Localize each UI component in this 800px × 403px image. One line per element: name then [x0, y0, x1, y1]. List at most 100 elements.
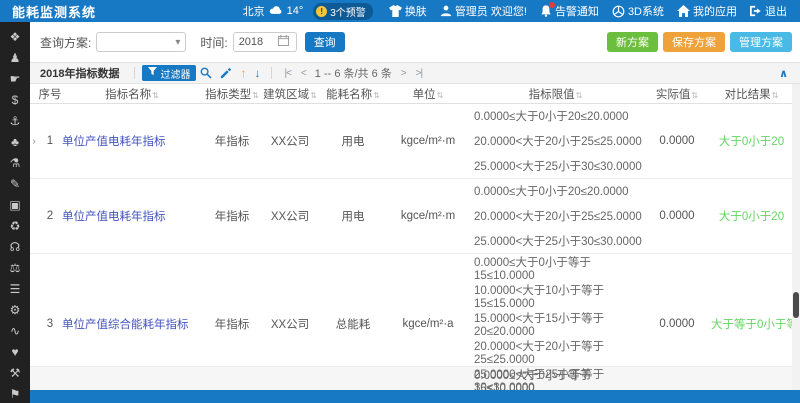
collapse-panel-icon[interactable]: ∧ [779, 67, 788, 80]
funnel-icon [148, 67, 157, 79]
limit-line: 10.0000<大于10小于等于15≤15.0000 [474, 282, 643, 310]
app-window: 能耗监测系统 北京 14° ! 3个预警 换肤 管理员 欢迎您! [0, 0, 800, 403]
my-apps-menu-item[interactable]: 我的应用 [677, 3, 737, 19]
alert-count-badge[interactable]: ! 3个预警 [313, 3, 373, 20]
building-area: XX公司 [262, 316, 318, 332]
col-type[interactable]: 指标类型⇅ [202, 86, 262, 102]
indicator-name-link[interactable]: 单位产值电耗年指标 [62, 133, 202, 149]
logout-menu-item[interactable]: 退出 [750, 3, 787, 19]
filter-button[interactable]: 过滤器 [142, 65, 196, 81]
hand-icon[interactable]: ☛ [0, 69, 30, 90]
box-icon[interactable]: ▣ [0, 195, 30, 216]
unit: kgce/m²·m [388, 210, 468, 222]
limit-line: 0.0000≤大于0小于20≤20.0000 [474, 183, 643, 199]
sort-icon: ⇅ [437, 91, 444, 100]
table-row: › 1 单位产值电耗年指标 年指标 XX公司 用电 kgce/m²·m 0.00… [30, 104, 792, 179]
last-page-button[interactable]: >| [416, 68, 422, 79]
vertical-scrollbar[interactable] [792, 84, 800, 390]
col-limits[interactable]: 指标限值⇅ [468, 86, 643, 102]
sort-icon: ⇅ [691, 91, 698, 100]
user-icon[interactable]: ♟ [0, 48, 30, 69]
scheme-actions: 新方案 保存方案 管理方案 [607, 32, 792, 52]
brush-icon[interactable] [220, 67, 232, 79]
col-unit[interactable]: 单位⇅ [388, 86, 468, 102]
search-button[interactable]: 查询 [305, 32, 345, 52]
first-page-button[interactable]: |< [284, 68, 290, 79]
divider [271, 67, 272, 79]
shield-icon[interactable]: ❖ [0, 27, 30, 48]
logout-label: 退出 [765, 3, 787, 19]
calendar-icon[interactable] [278, 35, 289, 49]
left-sidebar: ❖ ♟ ☛ $ ⚓ ♣ ⚗ ✎ ▣ ♻ ☊ ⚖ ☰ ⚙ ∿ ♥ ⚒ ⚑ [0, 22, 30, 403]
skin-menu-item[interactable]: 换肤 [389, 3, 427, 19]
compare-result: 大于0小于20 [711, 133, 792, 149]
heart-icon[interactable]: ♥ [0, 342, 30, 363]
flag-icon[interactable]: ⚑ [0, 384, 30, 403]
indicator-type: 年指标 [202, 133, 262, 149]
limit-line: 0.0000≤大于0小于20≤20.0000 [474, 108, 643, 124]
bell-icon [540, 5, 552, 17]
prev-page-button[interactable]: < [301, 68, 306, 79]
building-area: XX公司 [262, 133, 318, 149]
indicator-name-link[interactable]: 单位产值电耗年指标 [62, 208, 202, 224]
pagination-status: 1 -- 6 条/共 6 条 [315, 65, 392, 81]
alarm-menu-item[interactable]: 告警通知 [540, 3, 599, 19]
my-apps-label: 我的应用 [693, 3, 737, 19]
time-label: 时间: [200, 34, 227, 51]
new-scheme-button[interactable]: 新方案 [607, 32, 658, 52]
tools-icon[interactable]: ⚒ [0, 363, 30, 384]
indicator-name-link[interactable]: 单位产值综合能耗年指标 [62, 316, 202, 332]
cloud-icon [269, 5, 283, 17]
bell-icon[interactable]: ☊ [0, 237, 30, 258]
time-input[interactable] [234, 36, 278, 48]
tree-icon[interactable]: ♣ [0, 132, 30, 153]
actual-value: 0.0000 [643, 135, 711, 147]
move-down-icon[interactable]: ↓ [254, 66, 260, 80]
limit-line: 25.0000<大于25小于30≤30.0000 [474, 158, 643, 174]
search-icon[interactable] [200, 67, 212, 79]
compare-result: 大于等于0小于等于15 [711, 316, 800, 332]
compare-result: 大于0小于20 [711, 208, 792, 224]
user-menu-item[interactable]: 管理员 欢迎您! [440, 3, 527, 19]
sort-icon: ⇅ [310, 91, 317, 100]
energy-name: 用电 [318, 133, 388, 149]
expand-row-icon[interactable]: › [30, 136, 38, 147]
scheme-select[interactable]: ▾ [96, 32, 186, 52]
col-result[interactable]: 对比结果⇅ [711, 86, 792, 102]
system-3d-menu-item[interactable]: 3D系统 [612, 3, 664, 19]
limit-line: 0.0000≤大于0小于等于15≤10.0000 [474, 367, 643, 390]
scales-icon[interactable]: ⚖ [0, 258, 30, 279]
building-area: XX公司 [262, 208, 318, 224]
limit-line: 20.0000<大于20小于等于25≤25.0000 [474, 338, 643, 366]
flask-icon[interactable]: ⚗ [0, 153, 30, 174]
money-icon[interactable]: $ [0, 90, 30, 111]
alert-count-label: 3个预警 [330, 4, 366, 19]
limit-values: 0.0000≤大于0小于等于15≤10.0000 [468, 367, 643, 390]
user-icon [440, 5, 452, 17]
col-actual[interactable]: 实际值⇅ [643, 86, 711, 102]
next-page-button[interactable]: > [401, 68, 406, 79]
indicator-type: 年指标 [202, 208, 262, 224]
footer-bar [30, 390, 800, 403]
table-row: 3 单位产值综合能耗年指标 年指标 XX公司 总能耗 kgce/m²·a 0.0… [30, 254, 792, 367]
edit-icon[interactable]: ✎ [0, 174, 30, 195]
gear-icon[interactable]: ⚙ [0, 300, 30, 321]
menu-icon[interactable]: ☰ [0, 279, 30, 300]
save-scheme-button[interactable]: 保存方案 [663, 32, 725, 52]
chart-icon[interactable]: ∿ [0, 321, 30, 342]
col-area[interactable]: 建筑区域⇅ [262, 86, 318, 102]
chevron-down-icon: ▾ [175, 37, 180, 48]
alarm-badge-dot [549, 2, 555, 8]
anchor-icon[interactable]: ⚓ [0, 111, 30, 132]
city-label: 北京 [243, 3, 265, 19]
top-header: 能耗监测系统 北京 14° ! 3个预警 换肤 管理员 欢迎您! [0, 0, 800, 22]
3d-system-icon [612, 5, 625, 18]
move-up-icon[interactable]: ↑ [240, 66, 246, 80]
home-icon [677, 5, 690, 17]
table-header: 序号 指标名称⇅ 指标类型⇅ 建筑区域⇅ 能耗名称⇅ 单位⇅ 指标限值⇅ 实际值… [30, 84, 792, 104]
col-energy[interactable]: 能耗名称⇅ [318, 86, 388, 102]
manage-scheme-button[interactable]: 管理方案 [730, 32, 792, 52]
refresh-icon[interactable]: ♻ [0, 216, 30, 237]
scrollbar-thumb[interactable] [793, 292, 799, 318]
col-name[interactable]: 指标名称⇅ [62, 86, 202, 102]
